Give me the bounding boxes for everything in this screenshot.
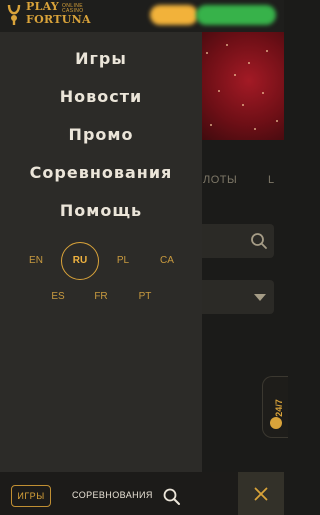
- chevron-down-icon: [254, 294, 266, 301]
- support-chat-tab[interactable]: 24/7: [262, 376, 288, 438]
- promo-banner[interactable]: [196, 32, 284, 140]
- language-option-ca[interactable]: CA: [147, 251, 187, 271]
- menu-item-promo[interactable]: Промо: [0, 125, 202, 144]
- search-icon: [251, 233, 267, 249]
- language-option-ru-selected[interactable]: RU: [61, 242, 99, 280]
- logo-text-fortuna: FORTUNA: [26, 13, 91, 26]
- background-tab-more[interactable]: L: [268, 174, 274, 186]
- background-search-field[interactable]: [196, 224, 274, 258]
- language-option-es[interactable]: ES: [38, 287, 78, 307]
- logo-horseshoe-icon: [7, 4, 21, 25]
- header-login-button-blurred[interactable]: [150, 5, 198, 25]
- play-fortuna-logo[interactable]: PLAY ONLINE CASINO FORTUNA: [6, 0, 91, 29]
- background-provider-select[interactable]: [196, 280, 274, 314]
- competitions-link[interactable]: СОРЕВНОВАНИЯ: [72, 490, 153, 500]
- language-option-en[interactable]: EN: [16, 251, 56, 271]
- menu-item-news[interactable]: Новости: [0, 87, 202, 106]
- logo-text-play: PLAY: [26, 0, 60, 13]
- menu-item-games[interactable]: Игры: [0, 49, 202, 68]
- header-register-button-blurred[interactable]: [196, 5, 276, 25]
- support-label: 24/7: [273, 399, 284, 417]
- search-button[interactable]: [162, 487, 182, 507]
- language-option-fr[interactable]: FR: [81, 287, 121, 307]
- side-menu-drawer: Игры Новости Промо Соревнования Помощь E…: [0, 32, 202, 472]
- close-icon: [254, 487, 268, 501]
- chat-icon: [270, 417, 282, 429]
- language-option-pt[interactable]: PT: [125, 287, 165, 307]
- games-button[interactable]: ИГРЫ: [11, 485, 51, 507]
- menu-item-help[interactable]: Помощь: [0, 201, 202, 220]
- menu-item-competitions[interactable]: Соревнования: [0, 163, 202, 182]
- search-icon: [163, 488, 180, 505]
- site-header: PLAY ONLINE CASINO FORTUNA: [0, 0, 284, 32]
- background-tab-lotteries[interactable]: ЛОТЫ: [203, 174, 237, 186]
- language-option-pl[interactable]: PL: [103, 251, 143, 271]
- close-menu-button[interactable]: [238, 472, 284, 515]
